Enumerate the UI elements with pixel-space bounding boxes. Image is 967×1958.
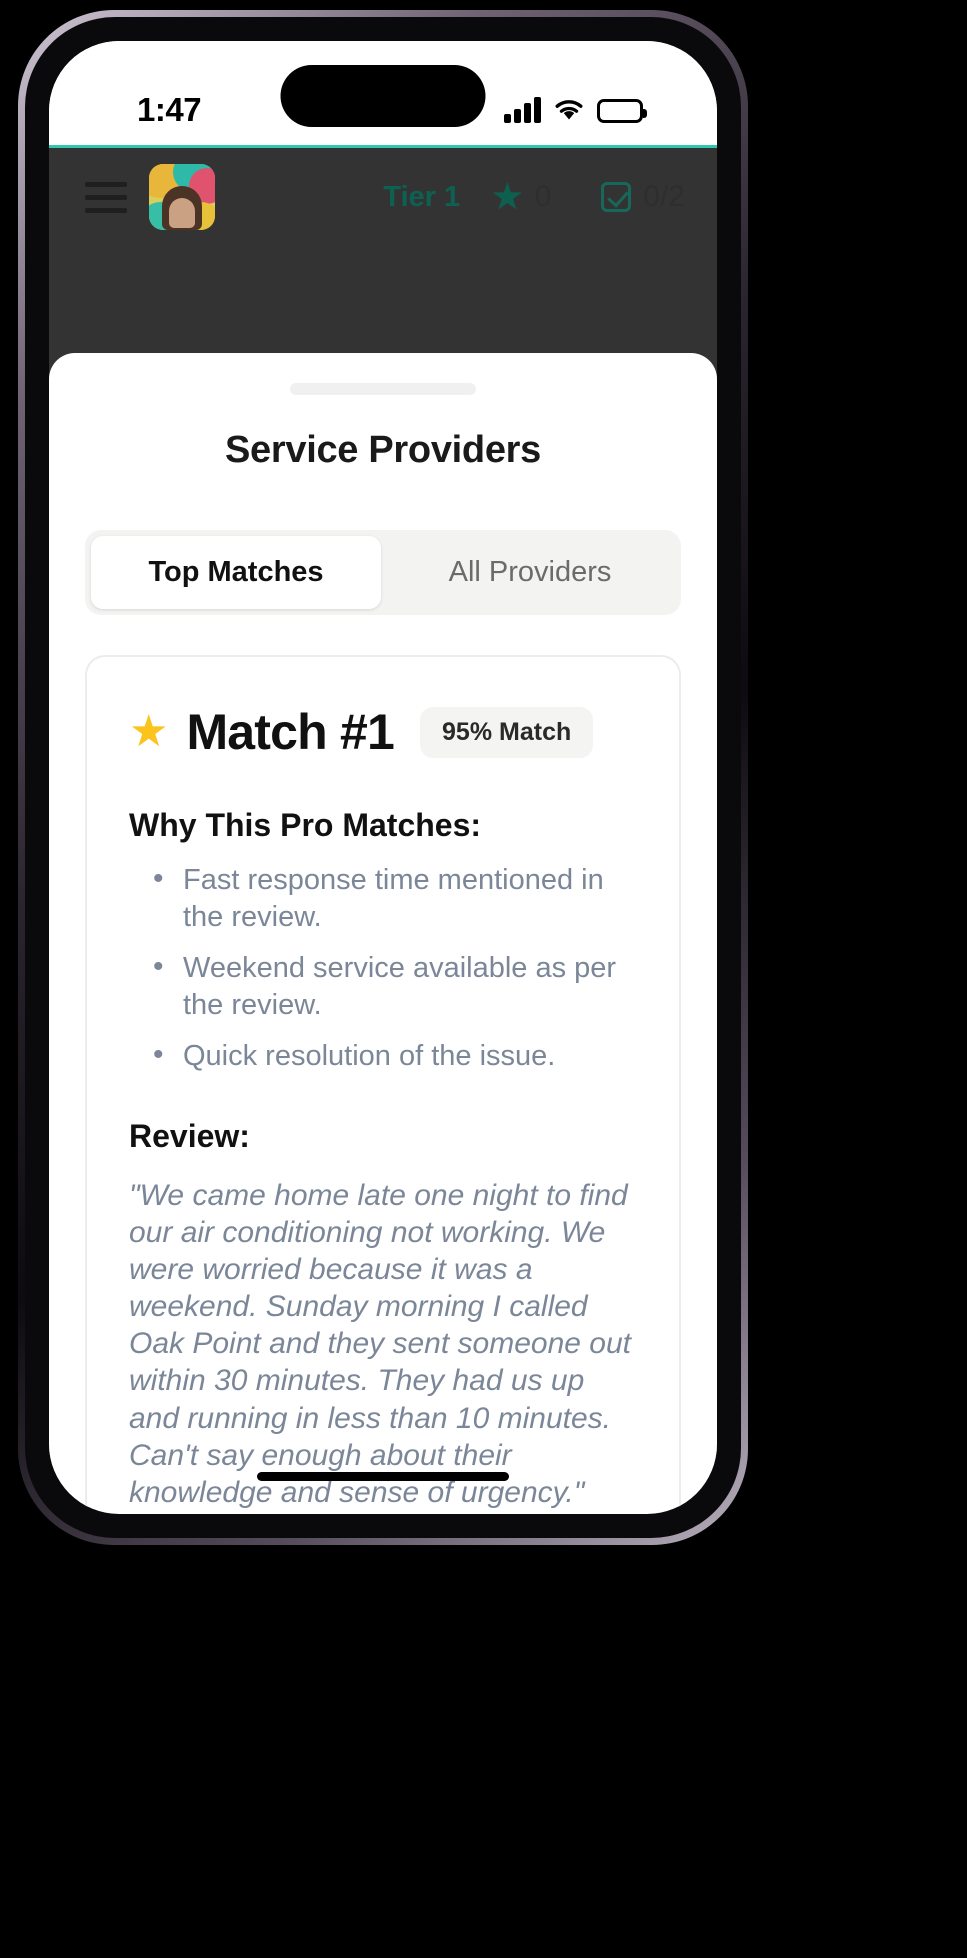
app-background-dimmed: Tier 1 ★ 0 0/2 Service Providers Top Mat… (49, 145, 717, 1514)
match-card[interactable]: ★ Match #1 95% Match Why This Pro Matche… (85, 655, 681, 1514)
page-title: Service Providers (225, 429, 541, 471)
match-title: Match #1 (186, 704, 395, 760)
service-providers-sheet: Service Providers Top Matches All Provid… (49, 353, 717, 1514)
status-bar-icons (504, 93, 647, 123)
review-heading: Review: (129, 1117, 250, 1154)
task-stat[interactable]: 0/2 (601, 180, 685, 214)
home-indicator[interactable] (257, 1472, 509, 1481)
tab-bar: Top Matches All Providers (85, 530, 681, 615)
battery-icon (597, 99, 647, 123)
star-icon: ★ (492, 178, 523, 216)
wifi-icon (555, 100, 583, 120)
list-item: Weekend service available as per the rev… (153, 948, 637, 1024)
list-item: Quick resolution of the issue. (153, 1036, 637, 1075)
phone-screen: 1:47 Tier 1 ★ 0 0/2 Service Providers To… (49, 41, 717, 1514)
tab-top-matches[interactable]: Top Matches (91, 536, 381, 609)
list-item: Fast response time mentioned in the revi… (153, 860, 637, 936)
hamburger-menu-icon[interactable] (85, 181, 127, 213)
checkbox-icon (601, 182, 632, 212)
task-count: 0/2 (643, 180, 685, 213)
tab-all-providers[interactable]: All Providers (385, 536, 675, 609)
app-header: Tier 1 ★ 0 0/2 (49, 148, 717, 246)
status-bar: 1:47 (49, 41, 717, 145)
review-text: "We came home late one night to find our… (129, 1178, 631, 1510)
phone-frame: 1:47 Tier 1 ★ 0 0/2 Service Providers To… (18, 10, 748, 1545)
reasons-list: Fast response time mentioned in the revi… (153, 860, 637, 1076)
star-stat[interactable]: ★ 0 (492, 180, 551, 214)
star-icon: ★ (129, 707, 169, 756)
dynamic-island (280, 65, 486, 127)
cellular-signal-icon (504, 97, 541, 123)
drag-handle[interactable] (290, 383, 476, 395)
match-header: ★ Match #1 95% Match (129, 703, 637, 761)
screenshot-stage: 1:47 Tier 1 ★ 0 0/2 Service Providers To… (0, 0, 967, 1958)
reasons-heading: Why This Pro Matches: (129, 807, 482, 843)
match-percent-badge: 95% Match (420, 706, 594, 758)
phone-bezel: 1:47 Tier 1 ★ 0 0/2 Service Providers To… (25, 17, 741, 1538)
star-count: 0 (534, 180, 552, 213)
tier-label: Tier 1 (383, 180, 461, 213)
status-bar-time: 1:47 (137, 91, 202, 128)
avatar[interactable] (149, 164, 215, 230)
